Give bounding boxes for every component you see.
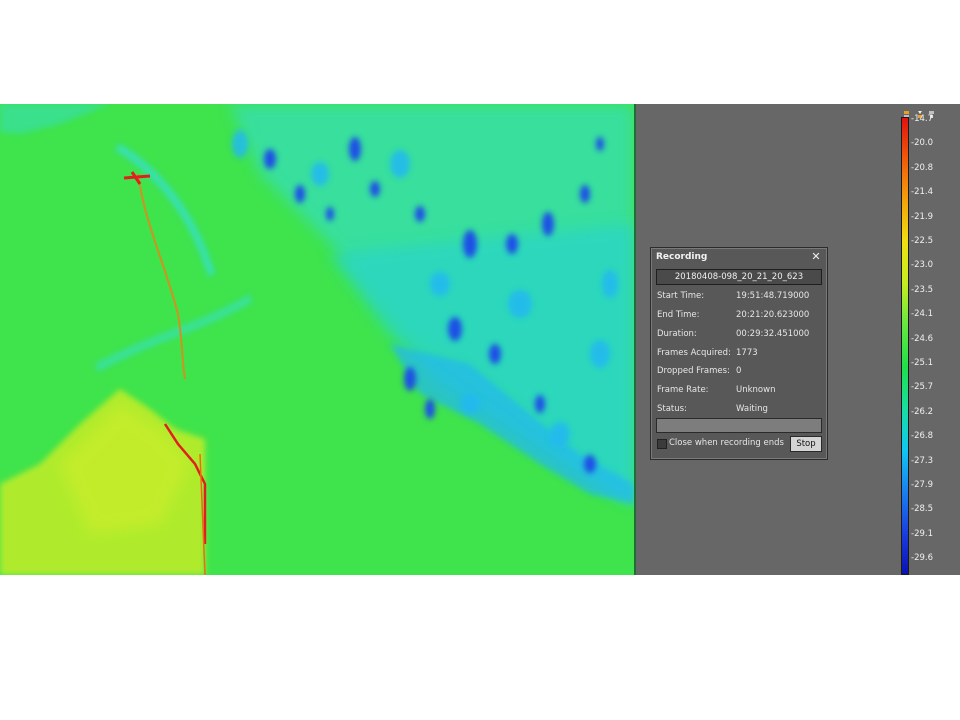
frames-acquired-label: Frames Acquired: — [657, 348, 731, 358]
dialog-titlebar[interactable]: Recording ✕ — [652, 249, 826, 266]
colorbar-tick-label: -27.3 — [911, 455, 933, 466]
colorbar-tick-label: -28.5 — [911, 504, 933, 515]
colorbar-tick-label: -26.8 — [911, 431, 933, 442]
frames-acquired-row: Frames Acquired: 1773 — [657, 348, 821, 360]
recording-dialog: Recording ✕ 20180408-098_20_21_20_623 St… — [650, 247, 828, 460]
close-when-ends-checkbox[interactable] — [657, 439, 667, 449]
colorbar-tick-label: -24.6 — [911, 333, 933, 344]
colorbar-tick-label: -21.9 — [911, 211, 933, 222]
recording-progress-bar — [656, 418, 822, 433]
end-time-row: End Time: 20:21:20.623000 — [657, 310, 821, 322]
colorbar-tick-label: -26.2 — [911, 406, 933, 417]
colorbar-tick-label: -23.0 — [911, 260, 933, 271]
status-value: Waiting — [736, 404, 768, 414]
colorbar-tick-label: -14.7 — [911, 114, 933, 124]
dropped-frames-row: Dropped Frames: 0 — [657, 366, 821, 378]
close-icon[interactable]: ✕ — [810, 250, 822, 264]
start-time-row: Start Time: 19:51:48.719000 — [657, 291, 821, 303]
frame-rate-label: Frame Rate: — [657, 385, 709, 395]
colorbar-tick-label: -29.6 — [911, 553, 933, 564]
status-label: Status: — [657, 404, 687, 414]
colorbar-tick-label: -21.4 — [911, 187, 933, 198]
frame-rate-row: Frame Rate: Unknown — [657, 385, 821, 397]
recording-filename: 20180408-098_20_21_20_623 — [656, 269, 822, 285]
colorbar-tick-label: -27.9 — [911, 480, 933, 490]
colorbar-tick-label: -20.8 — [911, 162, 933, 173]
end-time-label: End Time: — [657, 310, 700, 320]
thermal-image-view[interactable] — [0, 104, 634, 575]
colorbar-labels: -14.7 -20.0 -20.8 -21.4 -21.9 -22.5 -23.0 -23.5… — [909, 114, 960, 575]
dialog-title: Recording — [656, 252, 708, 262]
start-time-value: 19:51:48.719000 — [736, 291, 810, 301]
colorbar-tick-label: -20.0 — [911, 138, 933, 149]
duration-row: Duration: 00:29:32.451000 — [657, 329, 821, 341]
start-time-label: Start Time: — [657, 291, 705, 301]
thermal-image — [0, 104, 634, 575]
colorbar-tick-label: -23.5 — [911, 284, 933, 295]
colorbar-tick-label: -29.1 — [911, 528, 933, 539]
duration-label: Duration: — [657, 329, 697, 339]
dropped-frames-value: 0 — [736, 366, 742, 376]
view-divider — [634, 104, 636, 575]
temperature-colorbar — [901, 117, 909, 575]
status-row: Status: Waiting — [657, 404, 821, 416]
thermal-camera-app: Recording ✕ 20180408-098_20_21_20_623 St… — [0, 104, 960, 575]
stop-button[interactable]: Stop — [790, 436, 822, 452]
palette-icons — [902, 104, 936, 118]
frame-rate-value: Unknown — [736, 385, 776, 395]
close-when-ends-label[interactable]: Close when recording ends — [669, 438, 784, 448]
colorbar-tick-label: -25.1 — [911, 358, 933, 368]
colorbar-tick-label: -24.1 — [911, 309, 933, 320]
colorbar-tick-label: -25.7 — [911, 382, 933, 393]
end-time-value: 20:21:20.623000 — [736, 310, 810, 320]
colorbar-tick-label: -22.5 — [911, 236, 933, 246]
dropped-frames-label: Dropped Frames: — [657, 366, 730, 376]
frames-acquired-value: 1773 — [736, 348, 758, 358]
duration-value: 00:29:32.451000 — [736, 329, 810, 339]
